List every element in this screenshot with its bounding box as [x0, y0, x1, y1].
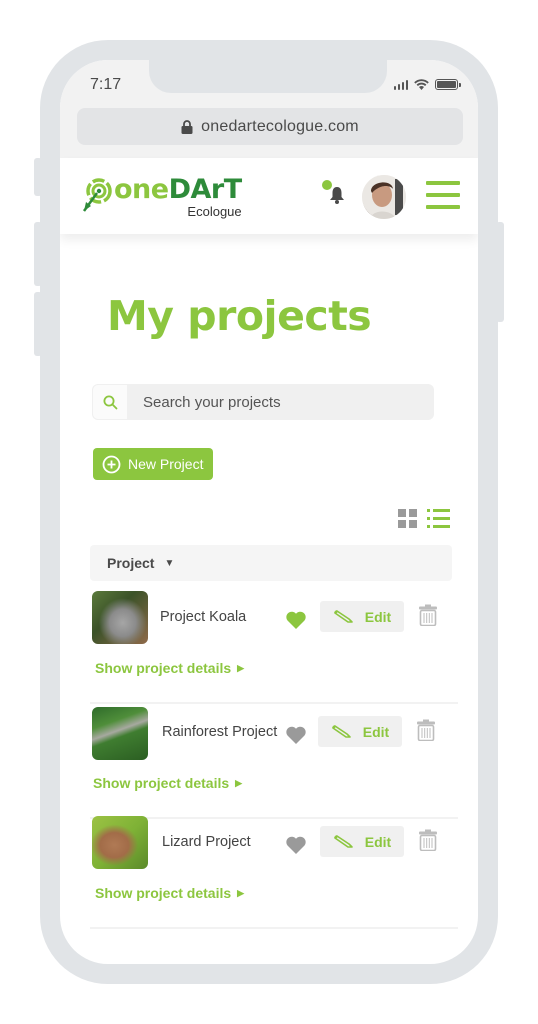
grid-view-icon[interactable] — [398, 509, 417, 528]
page-title: My projects — [107, 292, 372, 340]
status-icons — [393, 79, 461, 90]
project-row: Project Koala Edit Show project details … — [90, 591, 458, 704]
project-thumbnail-lizard[interactable] — [92, 816, 148, 869]
caret-right-icon: ▶ — [237, 887, 245, 898]
project-name[interactable]: Lizard Project — [162, 834, 251, 850]
lock-icon — [181, 119, 193, 134]
details-label: Show project details — [95, 660, 232, 676]
project-thumbnail-rainforest[interactable] — [92, 707, 148, 760]
show-project-details-link[interactable]: Show project details ▶ — [95, 660, 244, 676]
hamburger-menu-icon[interactable] — [426, 181, 460, 209]
new-project-button[interactable]: New Project — [93, 448, 214, 480]
caret-right-icon: ▶ — [237, 662, 245, 673]
trash-icon[interactable] — [419, 604, 437, 626]
address-bar[interactable]: onedartecologue.com — [77, 108, 463, 145]
logo-one: one — [114, 174, 169, 205]
user-avatar[interactable] — [362, 175, 406, 219]
heart-icon[interactable] — [285, 835, 307, 855]
show-project-details-link[interactable]: Show project details ▶ — [95, 885, 244, 901]
app-header: oneDArT Ecologue — [60, 158, 478, 234]
logo-dart: DArT — [168, 174, 243, 205]
project-row: Lizard Project Edit Show project details… — [90, 816, 458, 929]
new-project-label: New Project — [128, 456, 204, 472]
trash-icon[interactable] — [419, 829, 437, 851]
edit-button[interactable]: Edit — [320, 826, 404, 857]
edit-label: Edit — [364, 833, 392, 850]
search-icon — [103, 395, 117, 409]
list-view-icon[interactable] — [427, 509, 450, 528]
search-button[interactable] — [93, 385, 127, 419]
heart-icon-favorited[interactable] — [285, 610, 307, 630]
show-project-details-link[interactable]: Show project details ▶ — [93, 775, 242, 791]
project-row: Rainforest Project Edit Show project det… — [90, 706, 458, 819]
logo-subtitle: Ecologue — [187, 204, 242, 219]
signal-icon — [393, 79, 408, 90]
search-bar — [92, 384, 434, 420]
pencil-icon — [333, 834, 353, 848]
battery-icon — [435, 79, 461, 90]
details-label: Show project details — [95, 885, 232, 901]
project-name[interactable]: Rainforest Project — [162, 724, 277, 740]
edit-button[interactable]: Edit — [320, 601, 404, 632]
target-arrow-logo-icon — [82, 178, 112, 212]
pencil-icon — [331, 724, 351, 738]
wifi-icon — [414, 79, 429, 90]
edit-label: Edit — [362, 723, 390, 740]
status-time: 7:17 — [90, 76, 122, 93]
project-name[interactable]: Project Koala — [160, 609, 246, 625]
edit-button[interactable]: Edit — [318, 716, 402, 747]
search-input[interactable] — [127, 393, 407, 411]
column-header-label: Project — [107, 555, 155, 571]
url-text: onedartecologue.com — [201, 117, 359, 135]
view-toggle — [398, 509, 450, 528]
bell-icon — [330, 187, 344, 204]
caret-right-icon: ▶ — [235, 777, 243, 788]
project-column-header[interactable]: Project ▼ — [90, 545, 452, 581]
details-label: Show project details — [93, 775, 230, 791]
pencil-icon — [333, 609, 353, 623]
plus-circle-icon — [102, 455, 121, 473]
heart-icon[interactable] — [285, 725, 307, 745]
phone-screen: 7:17 onedartecologue.com oneDArT Ecologu… — [60, 60, 478, 964]
notifications-button[interactable] — [322, 180, 346, 206]
onedart-logo[interactable]: oneDArT Ecologue — [80, 176, 242, 218]
edit-label: Edit — [364, 608, 392, 625]
project-thumbnail-koala[interactable] — [92, 591, 148, 644]
avatar-photo — [362, 175, 406, 219]
phone-notch — [149, 60, 387, 93]
sort-down-icon: ▼ — [164, 557, 175, 569]
logo-text: oneDArT Ecologue — [114, 176, 242, 218]
trash-icon[interactable] — [417, 719, 435, 741]
browser-chrome: 7:17 onedartecologue.com — [60, 60, 478, 158]
